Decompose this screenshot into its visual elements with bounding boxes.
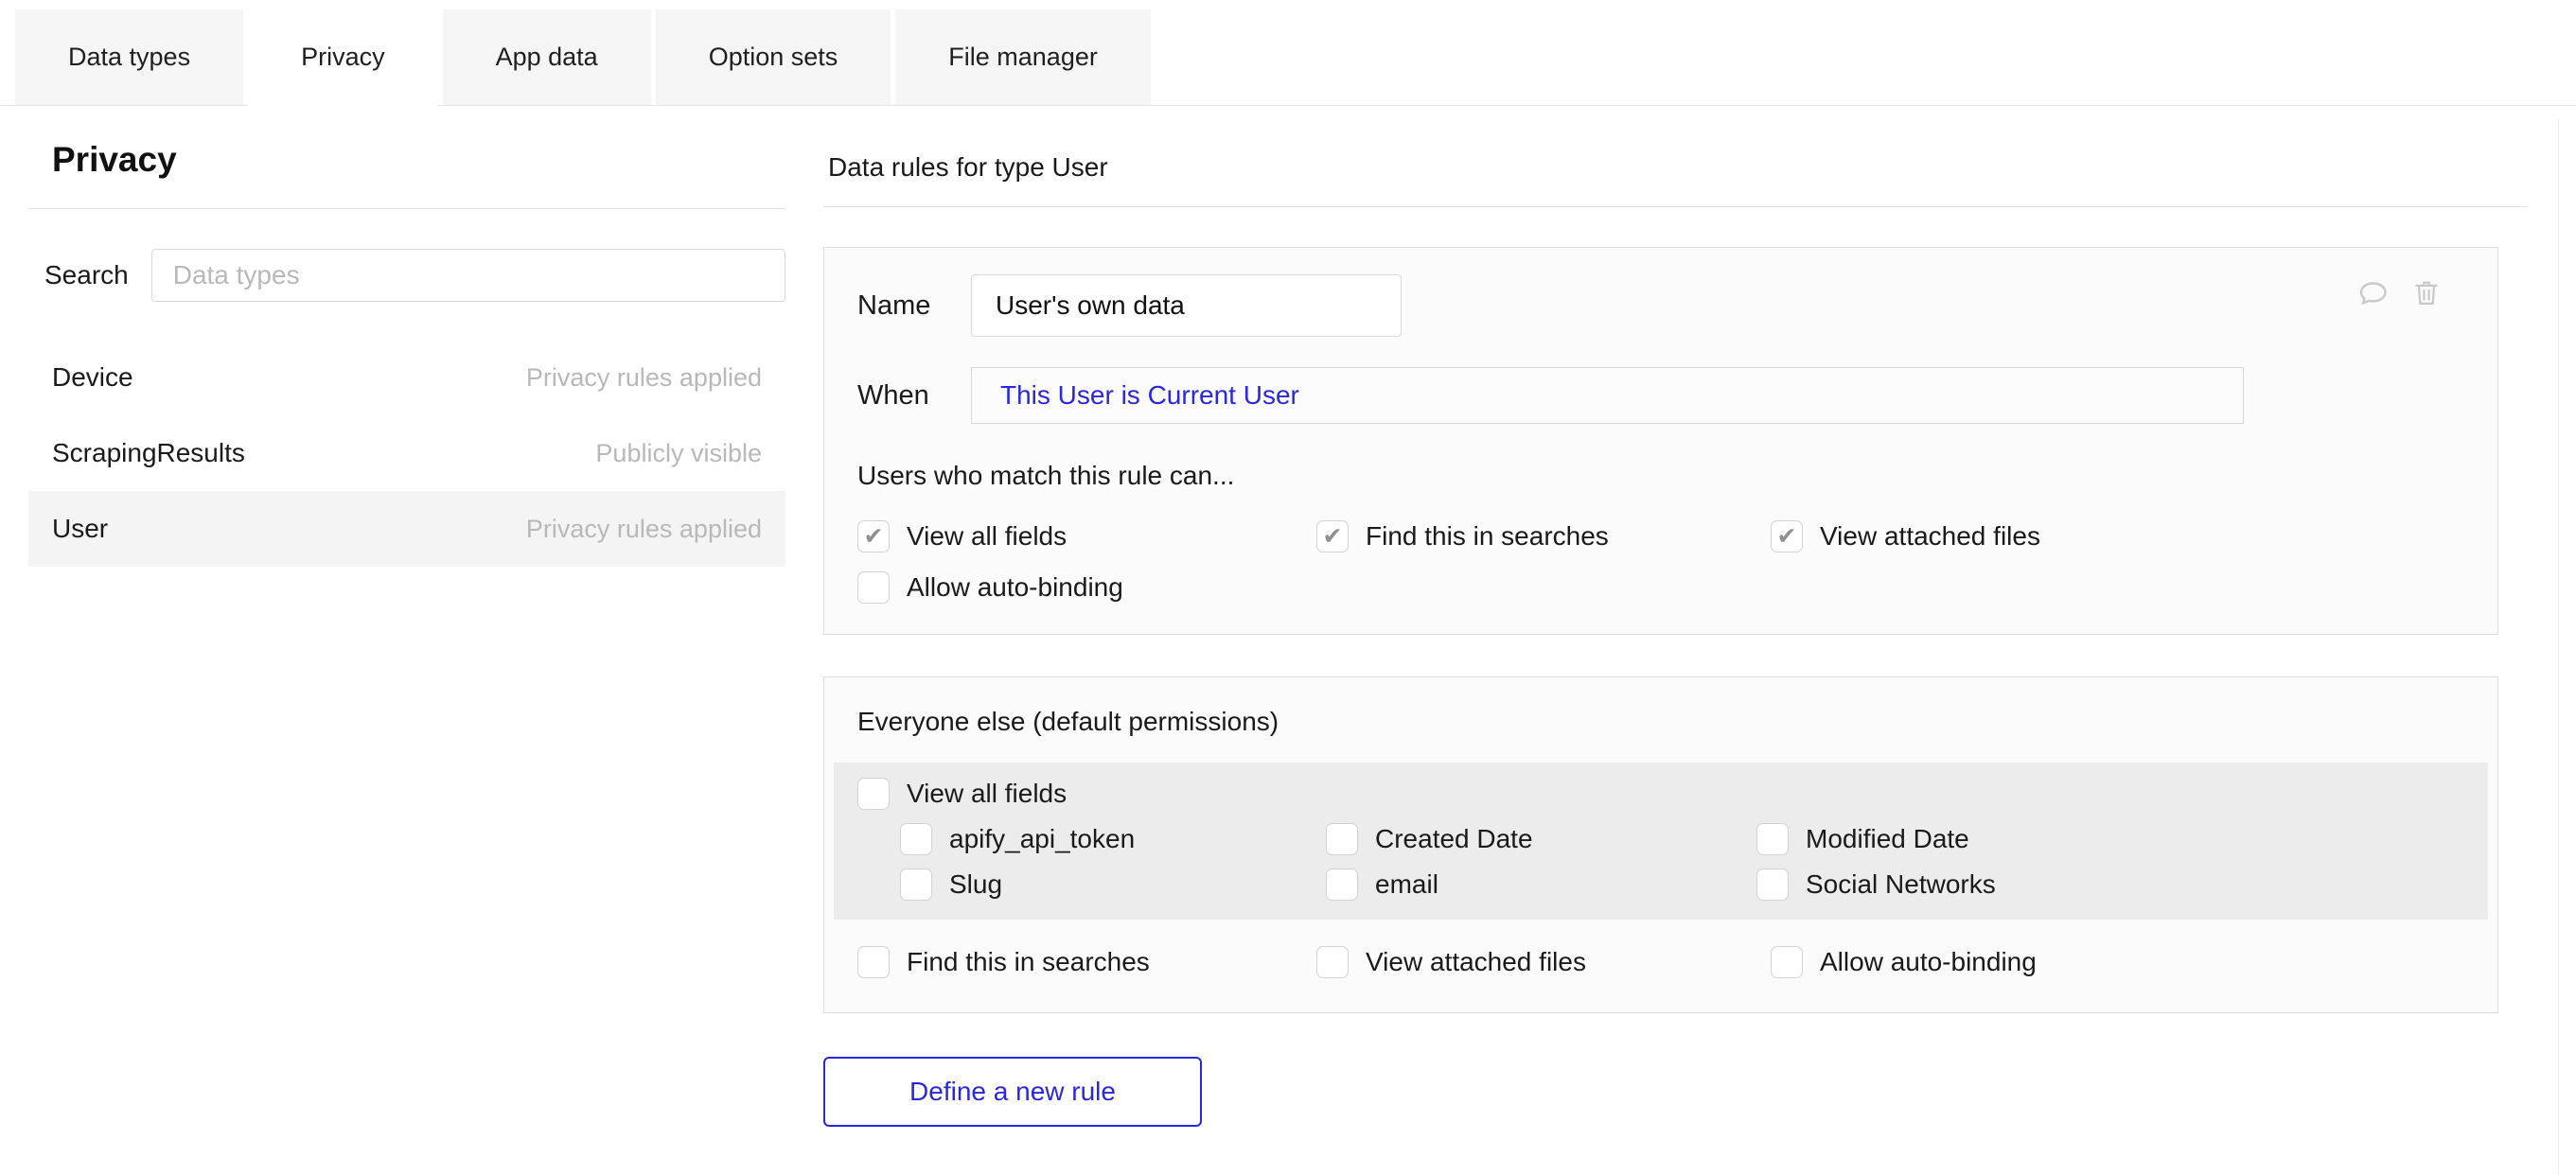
tab-data-types[interactable]: Data types xyxy=(15,9,243,105)
checkbox-icon[interactable] xyxy=(857,946,890,978)
checkbox-icon[interactable] xyxy=(900,823,932,855)
page-title: Privacy xyxy=(52,140,785,180)
default-fields-grid: apify_api_token Created Date Modified Da… xyxy=(900,823,2464,901)
when-condition-text: This User is Current User xyxy=(1000,380,1299,411)
data-rules-title: Data rules for type User xyxy=(828,151,2527,184)
perm-find-in-searches[interactable]: Find this in searches xyxy=(1316,520,1771,552)
checkbox-icon[interactable] xyxy=(1326,868,1358,901)
define-new-rule-button[interactable]: Define a new rule xyxy=(823,1057,1202,1127)
data-type-list: Device Privacy rules applied ScrapingRes… xyxy=(28,340,785,567)
perm-allow-auto-binding[interactable]: Allow auto-binding xyxy=(857,571,1316,604)
default-fields-panel: View all fields apify_api_token Created … xyxy=(834,763,2488,920)
tab-app-data[interactable]: App data xyxy=(443,9,651,105)
comment-icon[interactable] xyxy=(2355,276,2390,310)
perm-label: Find this in searches xyxy=(907,947,1150,977)
rule-name-row: Name xyxy=(857,274,2464,337)
list-item-device[interactable]: Device Privacy rules applied xyxy=(28,340,785,415)
data-type-name: Device xyxy=(52,362,133,393)
rule-when-row: When This User is Current User xyxy=(857,367,2464,424)
field-label: email xyxy=(1375,869,1438,900)
list-item-scrapingresults[interactable]: ScrapingResults Publicly visible xyxy=(28,415,785,491)
default-allow-auto-binding[interactable]: Allow auto-binding xyxy=(1771,946,2464,978)
perm-label: Allow auto-binding xyxy=(1820,947,2037,977)
main-divider xyxy=(823,206,2527,207)
when-label: When xyxy=(857,380,971,412)
field-social-networks[interactable]: Social Networks xyxy=(1756,868,2464,901)
data-rules-panel: Data rules for type User Name When This … xyxy=(823,151,2527,1127)
field-label: Social Networks xyxy=(1806,869,1996,900)
perm-label: View attached files xyxy=(1366,947,1586,977)
data-type-status: Privacy rules applied xyxy=(526,363,762,393)
search-input[interactable] xyxy=(151,249,785,302)
checkbox-icon[interactable] xyxy=(1756,868,1789,901)
perm-view-attached-files[interactable]: View attached files xyxy=(1771,520,2464,552)
checkbox-icon[interactable] xyxy=(857,571,890,604)
checkbox-icon[interactable] xyxy=(857,520,890,552)
perm-label: View all fields xyxy=(907,521,1067,552)
default-view-attached-files[interactable]: View attached files xyxy=(1316,946,1771,978)
field-label: Modified Date xyxy=(1806,824,1969,854)
rule-permissions-grid: View all fields Find this in searches Vi… xyxy=(857,520,2464,604)
perm-label: Find this in searches xyxy=(1366,521,1609,552)
perm-label: View attached files xyxy=(1820,521,2040,552)
search-row: Search xyxy=(28,249,785,302)
default-permissions-grid: Find this in searches View attached file… xyxy=(857,946,2464,978)
data-type-status: Publicly visible xyxy=(595,439,762,468)
field-modified-date[interactable]: Modified Date xyxy=(1756,823,2464,855)
tab-option-sets[interactable]: Option sets xyxy=(656,9,891,105)
checkbox-icon[interactable] xyxy=(1316,946,1349,978)
sidebar-divider xyxy=(28,208,785,209)
list-item-user[interactable]: User Privacy rules applied xyxy=(28,491,785,567)
data-type-name: User xyxy=(52,514,108,544)
field-label: Created Date xyxy=(1375,824,1533,854)
perm-label: View all fields xyxy=(907,779,1067,809)
checkbox-icon[interactable] xyxy=(1771,946,1803,978)
field-created-date[interactable]: Created Date xyxy=(1326,823,1756,855)
default-view-all-fields[interactable]: View all fields xyxy=(857,778,2464,810)
privacy-sidebar: Privacy Search Device Privacy rules appl… xyxy=(28,140,785,567)
field-apify-api-token[interactable]: apify_api_token xyxy=(900,823,1326,855)
perm-label: Allow auto-binding xyxy=(907,572,1123,603)
rule-match-text: Users who match this rule can... xyxy=(857,460,2464,492)
data-type-status: Privacy rules applied xyxy=(526,515,762,544)
default-permissions-card: Everyone else (default permissions) View… xyxy=(823,676,2498,1013)
checkbox-icon[interactable] xyxy=(1316,520,1349,552)
delete-rule-icon[interactable] xyxy=(2410,276,2443,310)
default-permissions-title: Everyone else (default permissions) xyxy=(857,706,2464,738)
rule-card-actions xyxy=(2355,276,2443,310)
data-type-name: ScrapingResults xyxy=(52,438,245,468)
privacy-rule-card: Name When This User is Current User User… xyxy=(823,247,2498,635)
field-slug[interactable]: Slug xyxy=(900,868,1326,901)
perm-view-all-fields[interactable]: View all fields xyxy=(857,520,1316,552)
checkbox-icon[interactable] xyxy=(1326,823,1358,855)
tab-privacy[interactable]: Privacy xyxy=(248,9,438,105)
checkbox-icon[interactable] xyxy=(1771,520,1803,552)
scroll-edge-divider xyxy=(2558,118,2559,1175)
checkbox-icon[interactable] xyxy=(857,778,890,810)
checkbox-icon[interactable] xyxy=(900,868,932,901)
field-email[interactable]: email xyxy=(1326,868,1756,901)
tab-bar: Data types Privacy App data Option sets … xyxy=(0,0,2576,106)
field-label: Slug xyxy=(949,869,1002,900)
tab-file-manager[interactable]: File manager xyxy=(895,9,1151,105)
field-label: apify_api_token xyxy=(949,824,1135,854)
search-label: Search xyxy=(44,260,129,290)
default-find-in-searches[interactable]: Find this in searches xyxy=(857,946,1316,978)
rule-name-input[interactable] xyxy=(971,274,1402,337)
checkbox-icon[interactable] xyxy=(1756,823,1789,855)
when-condition-box[interactable]: This User is Current User xyxy=(971,367,2244,424)
name-label: Name xyxy=(857,290,971,322)
